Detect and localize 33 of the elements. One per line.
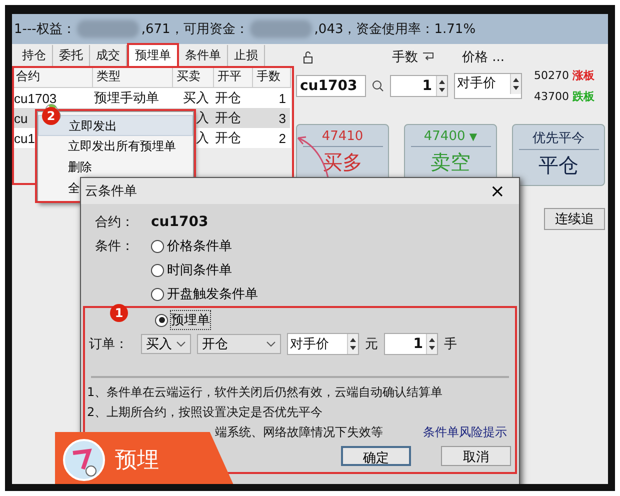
account-summary-text: ,671，可用资金：: [141, 21, 248, 38]
table-cell: 预埋手动单: [94, 90, 159, 105]
note-text: 2、上期所合约，按照设置决定是否优先平今: [87, 405, 323, 419]
table-cell: 入: [196, 130, 209, 145]
note-text: 端系统、网络故障情况下失效等: [215, 424, 383, 441]
banner-label: 预埋: [115, 447, 159, 475]
order-label: 订单：: [89, 336, 129, 353]
quantity-label: 手数: [392, 49, 418, 66]
account-summary-text: ,043，资金使用率：1.71%: [314, 21, 476, 38]
table-cell: 买入: [183, 90, 209, 105]
table-cell: cu: [14, 110, 28, 126]
limit-price: 43700: [534, 90, 569, 103]
table-cell: 开仓: [215, 90, 241, 105]
table-cell: cu1703: [14, 90, 57, 106]
table-cell: 2: [278, 130, 286, 146]
limit-label: 跌板: [572, 90, 594, 103]
note-text: 1、条件单在云端运行，软件关闭后仍然有效，云端自动确认结算单: [87, 385, 443, 399]
table-cell: 入: [196, 110, 209, 125]
table-cell: 开仓: [215, 130, 241, 145]
table-cell: 1: [278, 90, 286, 106]
unit-label: 手: [444, 336, 457, 353]
price-label: 价格 ...: [462, 49, 505, 66]
contract-label: 合约：: [95, 214, 135, 231]
table-cell: 3: [278, 110, 286, 126]
limit-label: 涨板: [572, 69, 594, 82]
table-cell: cu1: [14, 130, 35, 146]
dialog-title: 云条件单: [85, 183, 137, 200]
table-cell: 开仓: [215, 110, 241, 125]
limit-price: 50270: [534, 69, 569, 82]
unit-label: 元: [365, 336, 378, 353]
account-summary-text: 1---权益：: [14, 21, 76, 38]
contract-value: cu1703: [151, 214, 208, 230]
condition-label: 条件：: [95, 238, 135, 255]
